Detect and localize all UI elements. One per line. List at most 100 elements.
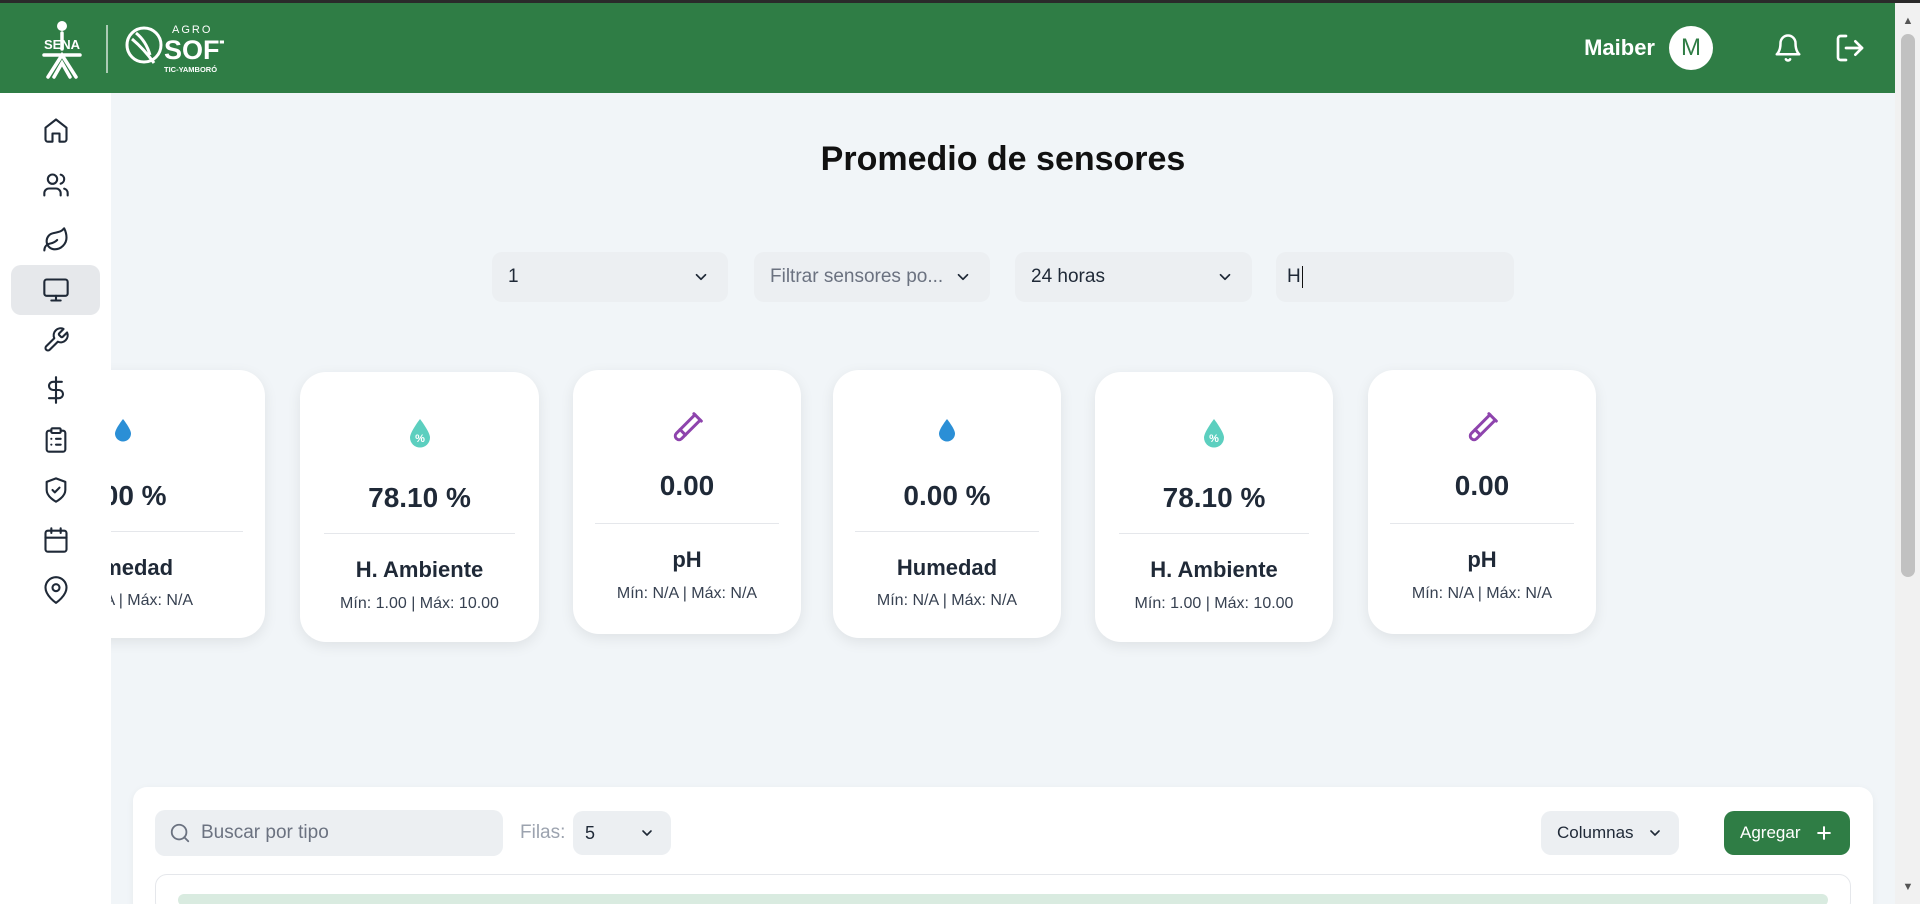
- agrosoft-logo: AGRO SOFT TIC-YAMBORÓ: [125, 24, 224, 74]
- plus-icon: [1817, 826, 1831, 840]
- text-cursor: [1301, 266, 1303, 288]
- sensor-range: Mín: N/A | Máx: N/A: [616, 585, 758, 602]
- sensor-value: 78.10 %: [1162, 482, 1266, 513]
- search-placeholder: Buscar por tipo: [201, 822, 329, 843]
- sidebar-item-tools[interactable]: [11, 315, 100, 365]
- sensor-range: Mín: N/A | Máx: N/A: [111, 592, 194, 609]
- sidebar-item-finance[interactable]: [11, 365, 100, 415]
- rows-label: Filas:: [520, 822, 566, 843]
- card-divider: [1390, 523, 1574, 524]
- card-divider: [324, 533, 515, 534]
- sensor-name: H. Ambiente: [355, 557, 484, 582]
- sensor-card[interactable]: % 78.10 % H. Ambiente Mín: 1.00 | Máx: 1…: [1095, 372, 1333, 642]
- chevron-down-icon: [1650, 830, 1660, 836]
- add-button[interactable]: Agregar: [1724, 811, 1850, 855]
- table-header-row: [178, 894, 1828, 904]
- sensor-id-select[interactable]: 1: [492, 252, 728, 302]
- svg-text:%: %: [415, 433, 425, 445]
- logo-separator: [106, 25, 108, 73]
- chevron-down-icon: [957, 273, 969, 281]
- time-range-value: 24 horas: [1031, 266, 1105, 287]
- sensor-cards-carousel: 0.00 % Humedad Mín: N/A | Máx: N/A % 78.…: [111, 360, 1895, 660]
- sensor-value: 0.00: [659, 470, 715, 501]
- sidebar-item-home[interactable]: [11, 105, 100, 155]
- add-label: Agregar: [1740, 823, 1801, 842]
- chevron-down-icon: [695, 273, 707, 281]
- sensor-value: 0.00: [1454, 470, 1510, 501]
- rows-per-page-select[interactable]: 5: [573, 811, 671, 855]
- card-divider: [855, 531, 1039, 532]
- bell-icon[interactable]: [1771, 31, 1805, 65]
- sensor-card[interactable]: 0.00 pH Mín: N/A | Máx: N/A: [573, 370, 801, 634]
- calendar-icon: [43, 527, 68, 553]
- test-tube-icon: [1368, 410, 1596, 446]
- users-icon: [42, 173, 69, 197]
- svg-text:%: %: [1209, 433, 1219, 445]
- sidebar-item-crops[interactable]: [11, 215, 100, 265]
- sensor-value: 0.00 %: [111, 480, 167, 511]
- avatar[interactable]: M: [1669, 26, 1713, 70]
- sensor-name: Humedad: [111, 555, 174, 580]
- svg-text:SOFT: SOFT: [164, 35, 224, 65]
- card-divider: [595, 523, 779, 524]
- user-name[interactable]: Maiber: [1584, 35, 1655, 61]
- sensor-card[interactable]: % 78.10 % H. Ambiente Mín: 1.00 | Máx: 1…: [300, 372, 539, 642]
- sidebar-item-reports[interactable]: [11, 415, 100, 465]
- sensor-name: pH: [1467, 547, 1497, 572]
- sensor-range: Mín: 1.00 | Máx: 10.00: [1134, 595, 1294, 612]
- sensor-card[interactable]: 0.00 % Humedad Mín: N/A | Máx: N/A: [111, 370, 265, 638]
- sensor-name: pH: [672, 547, 702, 572]
- user-area: Maiber M: [1584, 25, 1867, 71]
- time-range-select[interactable]: 24 horas: [1015, 252, 1252, 302]
- sidebar: [0, 93, 111, 904]
- shield-check-icon: [45, 477, 66, 503]
- sensor-name: H. Ambiente: [1150, 557, 1278, 582]
- sena-logo: SENA: [42, 21, 82, 79]
- columns-label: Columnas: [1557, 823, 1634, 842]
- sensor-card[interactable]: 0.00 % Humedad Mín: N/A | Máx: N/A: [833, 370, 1061, 638]
- logout-icon[interactable]: [1833, 31, 1867, 65]
- columns-button[interactable]: Columnas: [1541, 811, 1679, 855]
- sidebar-item-users[interactable]: [11, 160, 100, 210]
- chevron-down-icon: [642, 830, 652, 836]
- top-header: SENA AGRO SOFT TIC-YAMBORÓ Maiber M: [0, 3, 1895, 93]
- sensor-range: Mín: N/A | Máx: N/A: [1411, 585, 1553, 602]
- sensor-type-select[interactable]: Filtrar sensores po...: [754, 252, 990, 302]
- sidebar-item-calendar[interactable]: [11, 515, 100, 565]
- monitor-icon: [42, 278, 69, 302]
- sensor-range: Mín: N/A | Máx: N/A: [876, 592, 1018, 609]
- test-tube-icon: [573, 410, 801, 446]
- sensor-value: 0.00 %: [903, 480, 991, 511]
- rows-per-page-value: 5: [585, 822, 596, 843]
- home-icon: [43, 118, 68, 143]
- card-divider: [1119, 533, 1309, 534]
- sensor-range: Mín: 1.00 | Máx: 10.00: [340, 595, 499, 612]
- text-filter-input[interactable]: H: [1276, 252, 1514, 302]
- sidebar-item-security[interactable]: [11, 465, 100, 515]
- sensor-type-placeholder: Filtrar sensores po...: [770, 266, 944, 287]
- svg-text:TIC-YAMBORÓ: TIC-YAMBORÓ: [164, 65, 217, 74]
- card-divider: [111, 531, 243, 532]
- wrench-icon: [44, 327, 69, 352]
- page-title: Promedio de sensores: [820, 140, 1186, 178]
- search-icon: [170, 823, 190, 843]
- sensor-value: 78.10 %: [368, 482, 471, 513]
- drop-icon: [833, 418, 1061, 442]
- drop-icon: [111, 418, 265, 442]
- search-input[interactable]: Buscar por tipo: [155, 810, 503, 856]
- dollar-icon: [47, 376, 64, 404]
- chevron-down-icon: [1219, 273, 1231, 281]
- sensor-card[interactable]: 0.00 pH Mín: N/A | Máx: N/A: [1368, 370, 1596, 634]
- sidebar-item-iot[interactable]: [11, 265, 100, 315]
- scroll-up-arrow-icon[interactable]: ▲: [1901, 14, 1915, 28]
- sensor-id-value: 1: [508, 266, 519, 287]
- logos: SENA AGRO SOFT TIC-YAMBORÓ: [32, 18, 224, 80]
- sidebar-item-location[interactable]: [11, 565, 100, 615]
- clipboard-icon: [45, 427, 66, 453]
- text-filter-value: H: [1287, 266, 1301, 287]
- drop-percent-icon: %: [1095, 418, 1333, 448]
- map-pin-icon: [43, 576, 68, 604]
- scroll-down-arrow-icon[interactable]: ▼: [1901, 880, 1915, 894]
- leaf-icon: [42, 227, 68, 252]
- scrollbar-thumb[interactable]: [1901, 34, 1915, 577]
